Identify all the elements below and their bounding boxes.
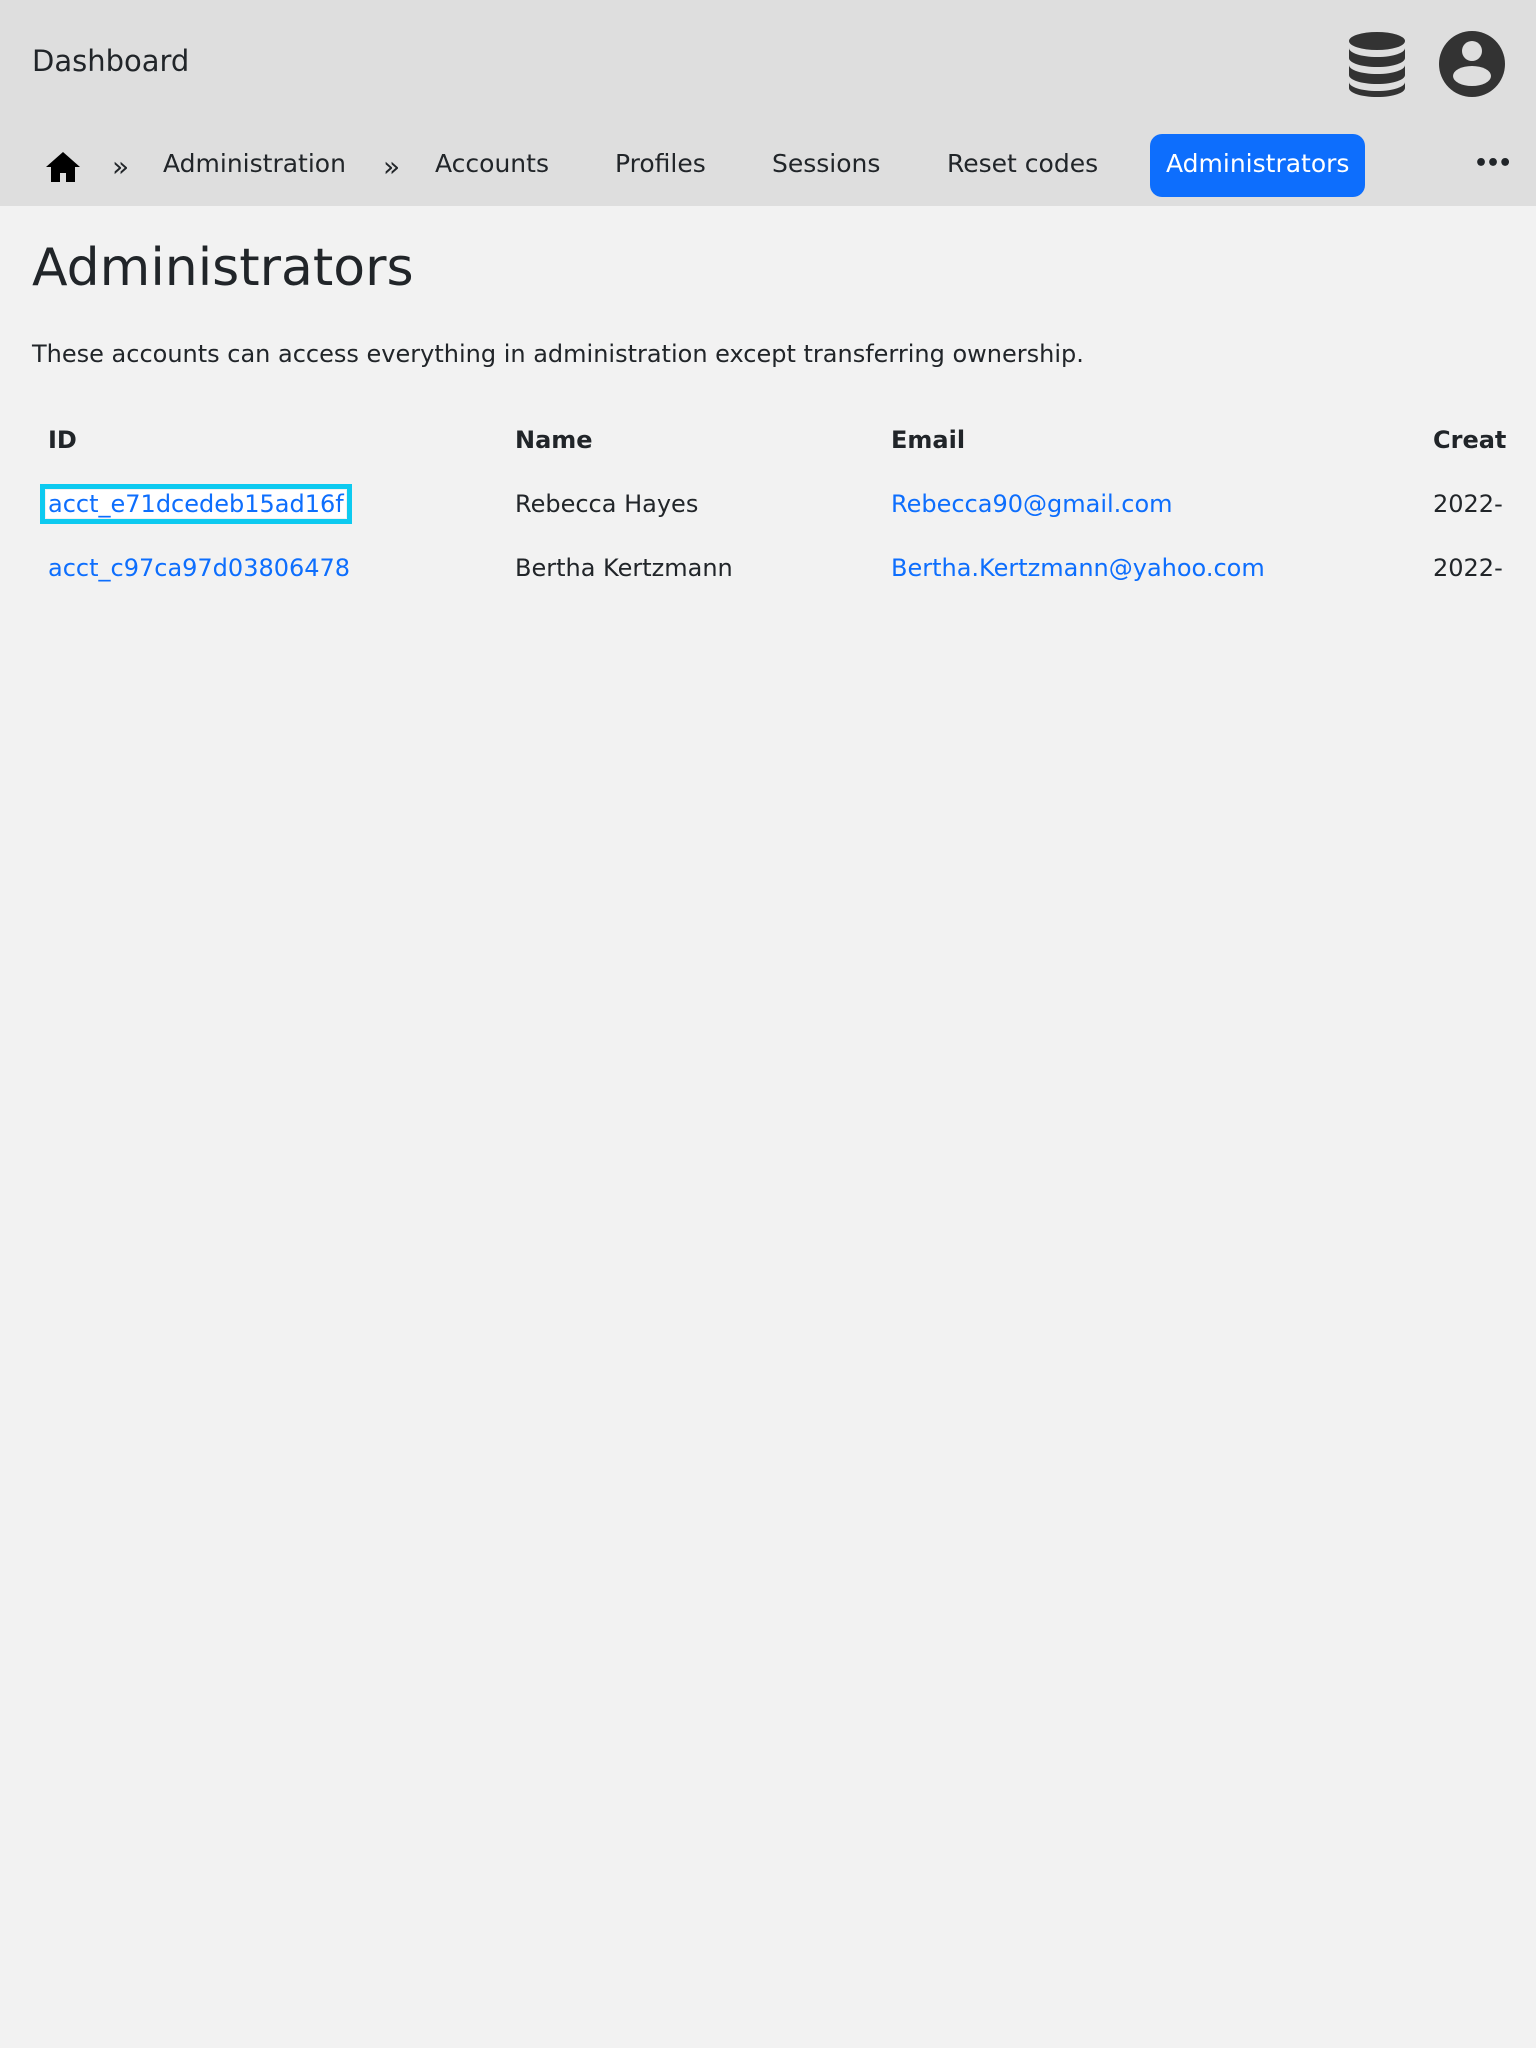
account-name: Rebecca Hayes: [515, 490, 699, 518]
tab-sessions[interactable]: Sessions: [772, 134, 880, 197]
account-created: 2022-: [1433, 490, 1503, 518]
column-header-id: ID: [48, 426, 77, 454]
user-circle-icon[interactable]: [1439, 31, 1505, 97]
tab-profiles[interactable]: Profiles: [615, 134, 706, 197]
tab-accounts[interactable]: Accounts: [435, 134, 549, 197]
breadcrumb-separator: »: [112, 150, 130, 183]
page-description: These accounts can access everything in …: [32, 340, 1084, 368]
breadcrumb-separator: »: [383, 150, 401, 183]
home-icon[interactable]: [46, 138, 80, 201]
column-header-created[interactable]: Created: [1433, 426, 1506, 454]
breadcrumb-administration[interactable]: Administration: [163, 134, 346, 197]
administrators-table: ID Name Email Created acct_e71dcedeb15ad…: [0, 418, 1506, 598]
account-id-link[interactable]: acct_e71dcedeb15ad16f: [40, 484, 352, 524]
page-title: Administrators: [32, 238, 414, 298]
tab-reset-codes[interactable]: Reset codes: [947, 134, 1098, 197]
top-header: Dashboard » Administration » Accounts Pr…: [0, 0, 1536, 206]
account-email-link[interactable]: Rebecca90@gmail.com: [891, 490, 1173, 518]
column-header-email: Email: [891, 426, 966, 454]
column-header-name: Name: [515, 426, 593, 454]
brand-title[interactable]: Dashboard: [32, 44, 189, 78]
account-id-link[interactable]: acct_c97ca97d03806478: [48, 554, 350, 582]
database-icon[interactable]: [1344, 31, 1410, 97]
breadcrumb-nav: » Administration » Accounts Profiles Ses…: [0, 134, 1536, 197]
account-email-link[interactable]: Bertha.Kertzmann@yahoo.com: [891, 554, 1265, 582]
account-name: Bertha Kertzmann: [515, 554, 733, 582]
tab-administrators[interactable]: Administrators: [1150, 134, 1366, 197]
account-created: 2022-: [1433, 554, 1503, 582]
more-menu-icon[interactable]: •••: [1474, 134, 1512, 197]
